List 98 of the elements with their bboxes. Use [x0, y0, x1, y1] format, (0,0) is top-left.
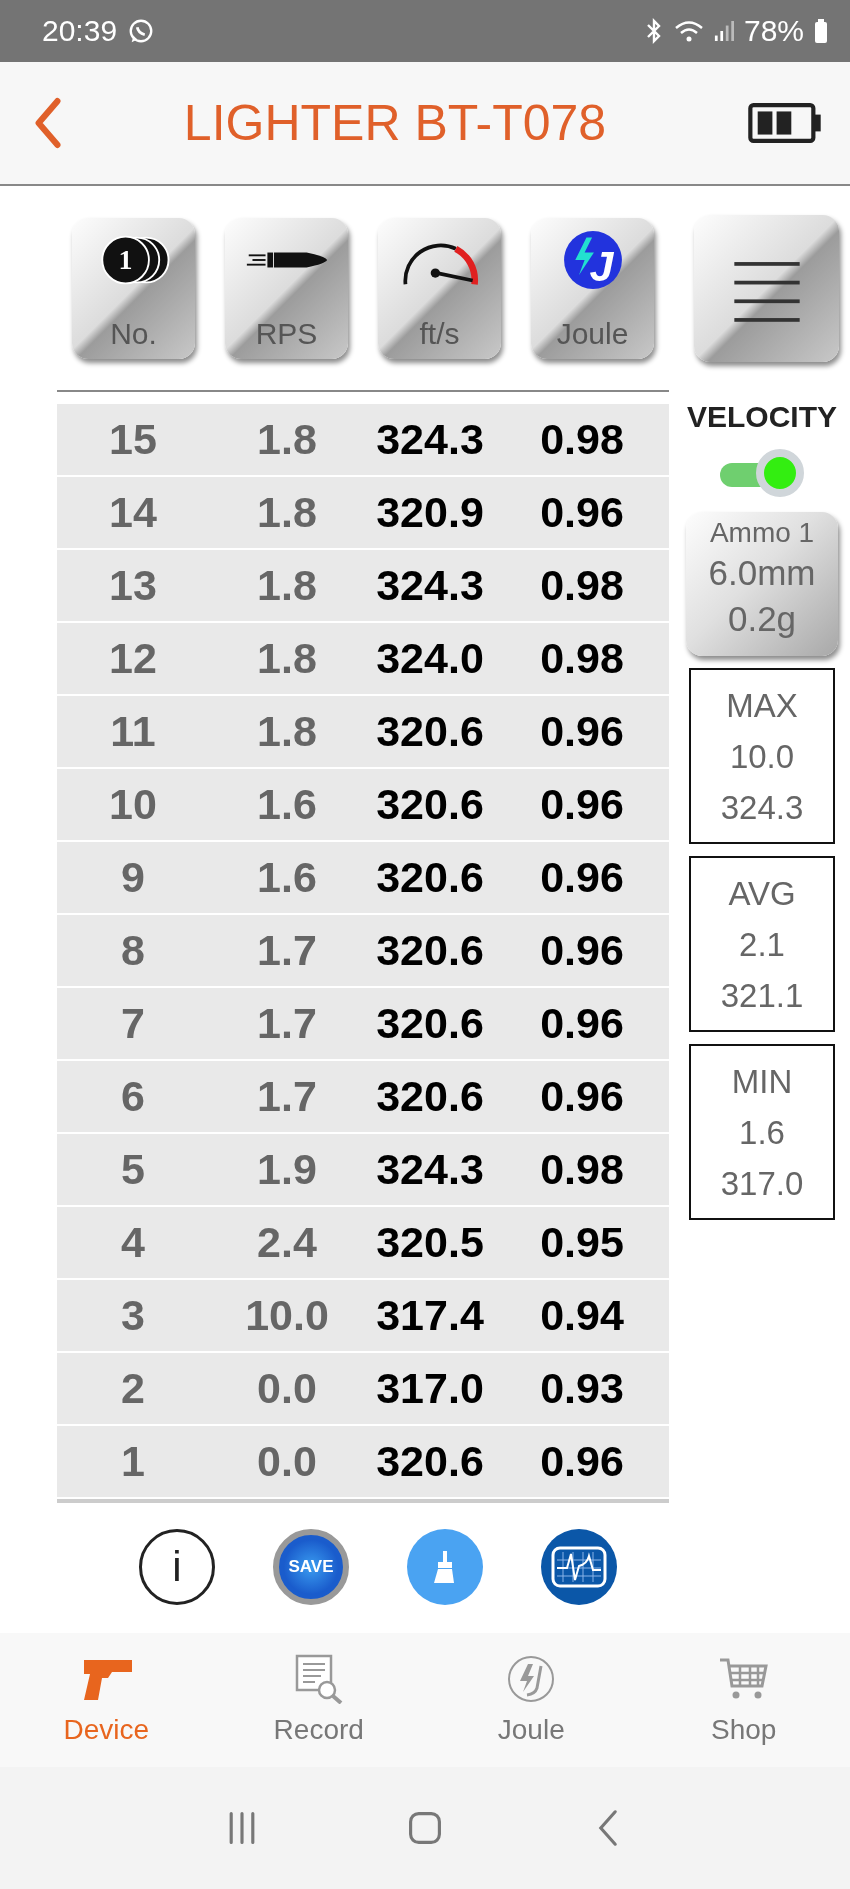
- stat-velocity: 321.1: [720, 975, 804, 1016]
- joule-value: 0.94: [539, 1291, 625, 1340]
- joule-value: 0.96: [539, 926, 625, 975]
- rps-value: 1.9: [256, 1145, 318, 1194]
- joule-value: 0.96: [539, 1072, 625, 1121]
- velocity-value: 317.0: [375, 1364, 485, 1413]
- shot-number: 2: [120, 1364, 146, 1413]
- column-button[interactable]: RPS: [225, 218, 348, 359]
- shot-number: 15: [108, 415, 158, 464]
- velocity-value: 324.3: [375, 1145, 485, 1194]
- bullet-icon: [244, 250, 329, 270]
- rps-value: 1.8: [256, 707, 318, 756]
- velocity-value: 320.6: [375, 926, 485, 975]
- nav-tab[interactable]: Device: [0, 1633, 213, 1767]
- wifi-icon: [673, 18, 704, 44]
- rps-value: 2.4: [256, 1218, 318, 1267]
- clock: 20:39: [42, 14, 118, 48]
- rps-value: 10.0: [244, 1291, 330, 1340]
- joule-value: 0.93: [539, 1364, 625, 1413]
- nav-tab[interactable]: Record: [212, 1633, 425, 1767]
- shot-number: 10: [108, 780, 158, 829]
- shot-number: 8: [120, 926, 146, 975]
- velocity-value: 320.6: [375, 1072, 485, 1121]
- velocity-value: 320.5: [375, 1218, 485, 1267]
- column-label: No.: [110, 317, 157, 351]
- shot-number: 14: [108, 488, 158, 537]
- shot-number: 12: [108, 634, 158, 683]
- coin-number: 1: [118, 244, 133, 276]
- velocity-value: 320.9: [375, 488, 485, 537]
- joule-icon: [563, 231, 622, 289]
- coins-icon: [100, 235, 169, 285]
- joule-value: 0.96: [539, 853, 625, 902]
- joule-value: 0.96: [539, 1437, 625, 1486]
- column-label: RPS: [255, 317, 318, 351]
- velocity-value: 320.6: [375, 999, 485, 1048]
- column-button[interactable]: 1 No.: [72, 218, 195, 359]
- rps-value: 0.0: [256, 1437, 318, 1486]
- stat-label: AVG: [728, 873, 796, 914]
- rps-value: 1.6: [256, 853, 318, 902]
- joule-value: 0.96: [539, 999, 625, 1048]
- shot-number: 11: [109, 707, 157, 756]
- joule-value: 0.98: [539, 415, 625, 464]
- ammo-button[interactable]: Ammo 1 6.0mm 0.2g: [686, 512, 838, 656]
- joule-value: 0.98: [539, 1145, 625, 1194]
- shot-number: 4: [120, 1218, 146, 1267]
- shot-number: 13: [108, 561, 158, 610]
- joule-letter: J: [588, 241, 613, 290]
- velocity-value: 320.6: [375, 853, 485, 902]
- menu-button[interactable]: [694, 215, 839, 362]
- velocity-value: 324.3: [375, 415, 485, 464]
- stat-rps: 10.0: [729, 736, 795, 777]
- velocity-value: 317.4: [375, 1291, 485, 1340]
- stat-label: MIN: [731, 1061, 793, 1102]
- shot-number: 6: [120, 1072, 146, 1121]
- signal-icon: [713, 18, 734, 44]
- velocity-value: 324.3: [375, 561, 485, 610]
- column-label: ft/s: [419, 317, 460, 351]
- nav-tab[interactable]: Shop: [637, 1633, 850, 1767]
- column-button[interactable]: J Joule: [531, 218, 654, 359]
- rps-value: 1.7: [256, 926, 318, 975]
- nav-tab[interactable]: Joule: [425, 1633, 638, 1767]
- stat-velocity: 324.3: [720, 787, 804, 828]
- joule-value: 0.96: [539, 707, 625, 756]
- battery-percent: 78%: [743, 14, 804, 48]
- stat-velocity: 317.0: [720, 1163, 804, 1204]
- mode-label: VELOCITY: [687, 400, 837, 434]
- column-button[interactable]: ft/s: [378, 218, 501, 359]
- rps-value: 1.6: [256, 780, 318, 829]
- info-button[interactable]: i: [139, 1529, 215, 1605]
- battery-icon: [814, 18, 828, 44]
- save-button[interactable]: SAVE: [273, 1529, 349, 1605]
- rps-value: 1.7: [256, 1072, 318, 1121]
- battery-icon: [746, 102, 824, 144]
- velocity-value: 320.6: [375, 1437, 485, 1486]
- shot-number: 9: [120, 853, 146, 902]
- shot-number: 7: [120, 999, 146, 1048]
- joule-value: 0.95: [539, 1218, 625, 1267]
- shot-number: 3: [120, 1291, 146, 1340]
- joule-value: 0.98: [539, 634, 625, 683]
- rps-value: 1.7: [256, 999, 318, 1048]
- velocity-value: 320.6: [375, 707, 485, 756]
- velocity-value: 324.0: [375, 634, 485, 683]
- shot-number: 5: [120, 1145, 146, 1194]
- joule-value: 0.96: [539, 780, 625, 829]
- stat-rps: 2.1: [739, 924, 785, 965]
- joule-value: 0.96: [539, 488, 625, 537]
- rps-value: 1.8: [256, 561, 318, 610]
- velocity-value: 320.6: [375, 780, 485, 829]
- rps-value: 1.8: [256, 634, 318, 683]
- column-label: Joule: [556, 317, 629, 351]
- rps-value: 0.0: [256, 1364, 318, 1413]
- shot-number: 1: [120, 1437, 146, 1486]
- stat-rps: 1.6: [739, 1112, 785, 1153]
- stat-label: MAX: [726, 685, 798, 726]
- joule-value: 0.98: [539, 561, 625, 610]
- device-title: LIGHTER BT-T078: [182, 94, 608, 152]
- rps-value: 1.8: [256, 415, 318, 464]
- rps-value: 1.8: [256, 488, 318, 537]
